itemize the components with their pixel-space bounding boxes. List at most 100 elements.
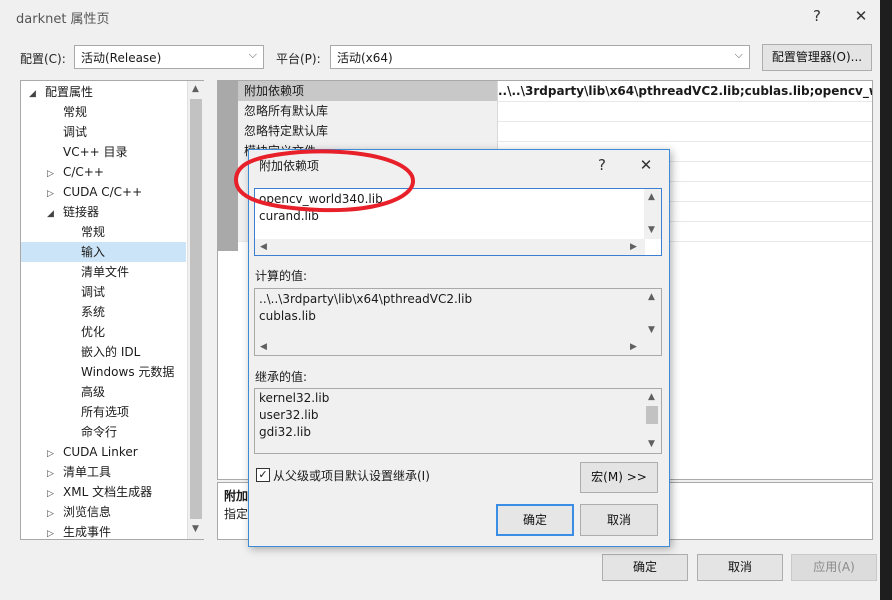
dialog-close-button[interactable]: ✕ (631, 153, 661, 177)
inherited-scroll-thumb[interactable] (646, 406, 658, 424)
dialog-help-button[interactable]: ? (587, 153, 617, 177)
tree-node[interactable]: 系统 (21, 302, 186, 322)
tree-node[interactable]: ▷ 生成事件 (21, 522, 186, 542)
tree-node-label: 链接器 (63, 205, 100, 219)
tree-node[interactable]: VC++ 目录 (21, 142, 186, 162)
scroll-up-icon[interactable]: ▲ (648, 292, 655, 302)
config-select[interactable]: 活动(Release) ⌵ (74, 45, 264, 69)
expand-arrow-icon[interactable]: ▷ (47, 484, 59, 504)
scroll-down-icon[interactable]: ▼ (648, 439, 655, 449)
ok-button[interactable]: 确定 (602, 554, 688, 581)
tree-node-label: Windows 元数据 (81, 365, 175, 379)
platform-select[interactable]: 活动(x64) ⌵ (330, 45, 750, 69)
tree-node[interactable]: ▷ CUDA C/C++ (21, 182, 186, 202)
tree-node[interactable]: Windows 元数据 (21, 362, 186, 382)
tree-node[interactable]: ◢ 链接器 (21, 202, 186, 222)
scroll-right-icon[interactable]: ▶ (630, 242, 637, 252)
tree-node[interactable]: 高级 (21, 382, 186, 402)
tree-node[interactable]: 调试 (21, 122, 186, 142)
tree-node[interactable]: 调试 (21, 282, 186, 302)
tree-node[interactable]: 优化 (21, 322, 186, 342)
tree-node-label: 生成事件 (63, 525, 112, 539)
expand-arrow-icon[interactable]: ▷ (47, 444, 59, 464)
scroll-down-icon[interactable]: ▼ (648, 225, 655, 235)
scroll-down-icon[interactable]: ▼ (648, 325, 655, 335)
tree-node-label: 浏览信息 (63, 505, 112, 519)
editor-vscrollbar[interactable]: ▲ ▼ (644, 189, 661, 239)
tree-node[interactable]: 命令行 (21, 422, 186, 442)
scroll-up-icon[interactable]: ▲ (648, 192, 655, 202)
chevron-down-icon: ⌵ (248, 48, 257, 61)
expand-arrow-icon[interactable]: ◢ (29, 84, 41, 104)
expand-arrow-icon[interactable]: ▷ (47, 524, 59, 544)
close-button[interactable]: ✕ (846, 4, 876, 28)
macro-button[interactable]: 宏(M) >> (580, 462, 658, 493)
expand-arrow-icon[interactable]: ▷ (47, 504, 59, 524)
tree-node[interactable]: ▷ 清单工具 (21, 462, 186, 482)
help-button[interactable]: ? (802, 4, 832, 28)
tree-node-label: 调试 (63, 125, 88, 139)
config-manager-button[interactable]: 配置管理器(O)... (762, 44, 872, 71)
grid-property-name[interactable]: 附加依赖项 (238, 81, 498, 102)
grid-property-value[interactable] (492, 121, 872, 142)
tree-node-label: 高级 (81, 385, 106, 399)
list-item: user32.lib (259, 408, 319, 422)
description-text: 指定 (224, 507, 249, 521)
scroll-right-icon[interactable]: ▶ (630, 342, 637, 352)
platform-label: 平台(P): (276, 52, 321, 66)
cancel-button[interactable]: 取消 (697, 554, 783, 581)
scroll-left-icon[interactable]: ◀ (260, 242, 267, 252)
dialog-ok-button[interactable]: 确定 (496, 504, 574, 536)
platform-select-value: 活动(x64) (337, 51, 393, 65)
dialog-cancel-button[interactable]: 取消 (580, 504, 658, 536)
list-item: ..\..\3rdparty\lib\x64\pthreadVC2.lib (259, 292, 473, 306)
tree-node-label: 命令行 (81, 425, 118, 439)
tree-node-label: XML 文档生成器 (63, 485, 153, 499)
tree-scrollbar[interactable]: ▲ ▼ (187, 81, 204, 539)
tree-node[interactable]: 常规 (21, 222, 186, 242)
grid-property-value[interactable] (492, 101, 872, 122)
expand-arrow-icon[interactable]: ▷ (47, 184, 59, 204)
tree-node[interactable]: 常规 (21, 102, 186, 122)
inherited-vscrollbar[interactable]: ▲ ▼ (644, 389, 661, 453)
tree-node[interactable]: 所有选项 (21, 402, 186, 422)
scroll-up-icon[interactable]: ▲ (648, 392, 655, 402)
computed-hscrollbar[interactable]: ◀ ▶ (255, 339, 645, 355)
editor-hscrollbar[interactable]: ◀ ▶ (255, 239, 645, 255)
window-title: darknet 属性页 (16, 12, 110, 27)
tree-node-label: 常规 (81, 225, 106, 239)
apply-button[interactable]: 应用(A) (791, 554, 877, 581)
computed-values-label: 计算的值: (255, 269, 308, 283)
tree-scroll-thumb[interactable] (190, 99, 202, 519)
red-annotation-circle (233, 149, 415, 213)
tree-node[interactable]: 嵌入的 IDL (21, 342, 186, 362)
list-item: kernel32.lib (259, 391, 330, 405)
inherited-values-list[interactable]: kernel32.lib user32.lib gdi32.lib ▲ ▼ (254, 388, 662, 454)
tree-node-label: 清单文件 (81, 265, 130, 279)
grid-property-value[interactable]: ..\..\3rdparty\lib\x64\pthreadVC2.lib;cu… (492, 81, 872, 102)
tree-node[interactable]: ▷ XML 文档生成器 (21, 482, 186, 502)
expand-arrow-icon[interactable]: ▷ (47, 464, 59, 484)
scroll-down-icon[interactable]: ▼ (192, 524, 199, 534)
tree-node[interactable]: 清单文件 (21, 262, 186, 282)
inherit-checkbox-label[interactable]: 从父级或项目默认设置继承(I) (273, 467, 430, 484)
tree-node[interactable]: ▷ C/C++ (21, 162, 186, 182)
tree-node-label: 系统 (81, 305, 106, 319)
inherit-checkbox[interactable]: ✓ (256, 468, 270, 482)
scroll-up-icon[interactable]: ▲ (192, 84, 199, 94)
tree-node[interactable]: 输入 (21, 242, 186, 262)
grid-property-name[interactable]: 忽略特定默认库 (238, 121, 498, 142)
list-item: cublas.lib (259, 309, 316, 323)
scroll-left-icon[interactable]: ◀ (260, 342, 267, 352)
computed-vscrollbar[interactable]: ▲ ▼ (644, 289, 661, 339)
property-tree[interactable]: ◢ 配置属性 常规 调试 VC++ 目录 ▷ C/C++ ▷ CUDA C/C++ ◢ 链接器 常规输… (20, 80, 204, 540)
tree-node[interactable]: ▷ 浏览信息 (21, 502, 186, 522)
expand-arrow-icon[interactable]: ▷ (47, 164, 59, 184)
expand-arrow-icon[interactable]: ◢ (47, 204, 59, 224)
tree-node[interactable]: ◢ 配置属性 (21, 82, 186, 102)
computed-values-list[interactable]: ..\..\3rdparty\lib\x64\pthreadVC2.lib cub… (254, 288, 662, 356)
grid-property-name[interactable]: 忽略所有默认库 (238, 101, 498, 122)
tree-node-label: 优化 (81, 325, 106, 339)
tree-node-label: 调试 (81, 285, 106, 299)
tree-node[interactable]: ▷ CUDA Linker (21, 442, 186, 462)
